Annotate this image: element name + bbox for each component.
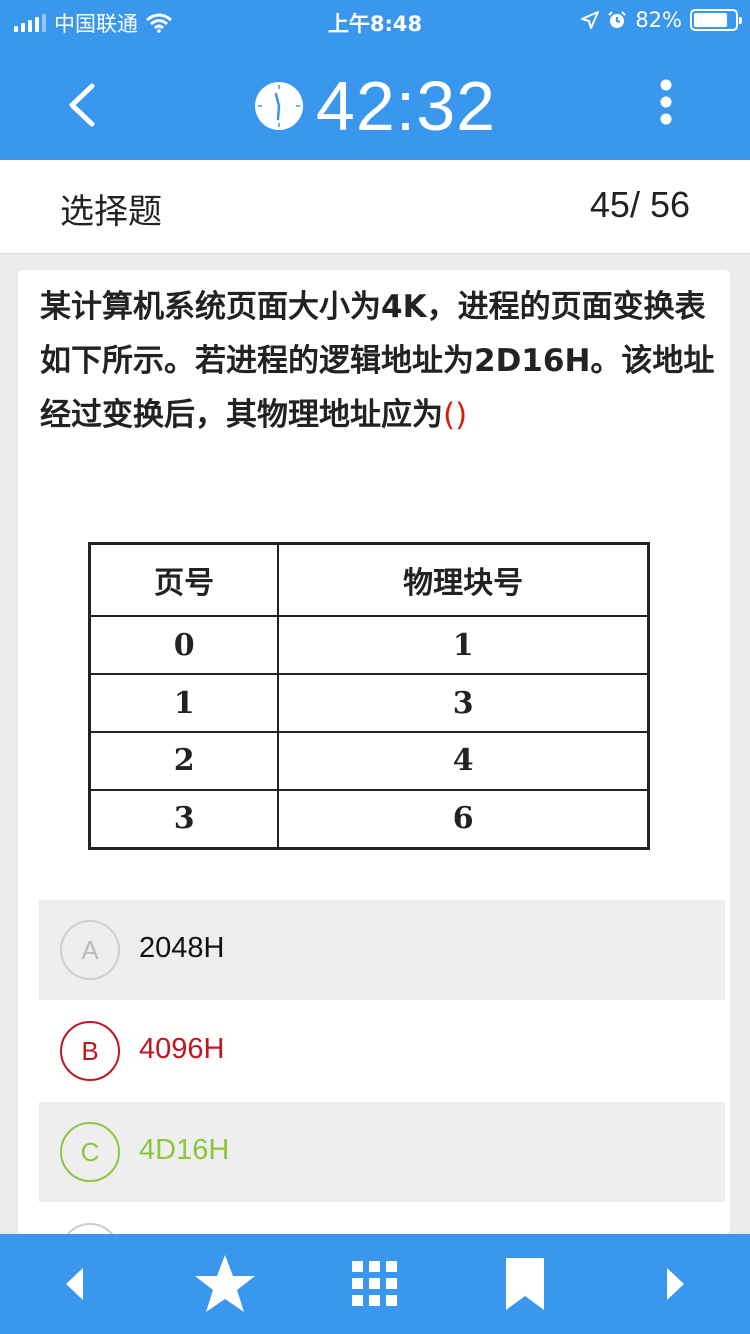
option-letter-circle: C [60, 1122, 120, 1182]
prev-question-button[interactable] [50, 1252, 100, 1316]
prev-arrow-icon [66, 1268, 83, 1300]
table-row: 2 4 [88, 730, 650, 791]
timer-value: 42:32 [315, 67, 497, 145]
table-cell: 3 [277, 673, 650, 733]
table-cell: 2 [88, 730, 280, 791]
table-cell: 0 [88, 615, 280, 676]
table-row: 0 1 [88, 615, 650, 676]
favorite-button[interactable] [190, 1252, 260, 1316]
status-bar: 中国联通 上午8:48 82% [0, 0, 750, 42]
question-text: 某计算机系统页面大小为4K，进程的页面变换表如下所示。若进程的逻辑地址为2D16… [40, 280, 716, 442]
table-row: 1 3 [88, 673, 650, 733]
answer-blank: () [443, 397, 468, 433]
page-table: 页号 物理块号 0 1 1 3 2 4 3 6 [88, 542, 650, 850]
table-header: 物理块号 [277, 542, 650, 618]
bookmark-button[interactable] [500, 1252, 550, 1316]
table-cell: 6 [277, 788, 650, 850]
top-bar: 中国联通 上午8:48 82% 42:32 [0, 0, 750, 160]
battery-percent: 82% [635, 8, 682, 32]
option-c[interactable]: C 4D16H [39, 1102, 725, 1202]
table-cell: 4 [277, 730, 650, 791]
question-card: 某计算机系统页面大小为4K，进程的页面变换表如下所示。若进程的逻辑地址为2D16… [18, 270, 730, 1234]
table-row: 3 6 [88, 788, 650, 850]
table-cell: 3 [88, 788, 280, 850]
option-text: 4D16H [139, 1134, 230, 1166]
next-question-button[interactable] [655, 1252, 695, 1316]
table-header-row: 页号 物理块号 [88, 542, 650, 618]
option-b[interactable]: B 4096H [39, 1001, 725, 1101]
battery-icon [690, 9, 742, 31]
option-letter-circle: A [60, 920, 120, 980]
page-table-image: 页号 物理块号 0 1 1 3 2 4 3 6 [88, 542, 650, 850]
alarm-clock-icon [608, 11, 627, 28]
option-d[interactable] [39, 1203, 725, 1234]
next-arrow-icon [667, 1268, 684, 1300]
option-letter-circle [60, 1223, 120, 1234]
star-icon [195, 1255, 255, 1312]
table-cell: 1 [277, 615, 650, 676]
question-title-bar: 选择题 45/ 56 [0, 160, 750, 254]
bottom-toolbar [0, 1234, 750, 1334]
option-text: 2048H [139, 932, 225, 964]
option-text: 4096H [139, 1033, 225, 1065]
question-grid-button[interactable] [350, 1252, 400, 1316]
countdown-timer: 42:32 [0, 66, 750, 146]
option-letter-circle: B [60, 1021, 120, 1081]
clock-icon [254, 82, 303, 130]
table-header: 页号 [88, 542, 280, 618]
table-cell: 1 [88, 673, 280, 733]
option-a[interactable]: A 2048H [39, 900, 725, 1000]
more-options-icon[interactable] [658, 78, 674, 126]
grid-icon [352, 1261, 397, 1306]
location-arrow-icon [581, 11, 600, 29]
question-progress: 45/ 56 [589, 184, 690, 225]
question-stem: 某计算机系统页面大小为4K，进程的页面变换表如下所示。若进程的逻辑地址为2D16… [40, 289, 715, 433]
bookmark-icon [506, 1258, 544, 1310]
question-type-label: 选择题 [60, 192, 162, 232]
